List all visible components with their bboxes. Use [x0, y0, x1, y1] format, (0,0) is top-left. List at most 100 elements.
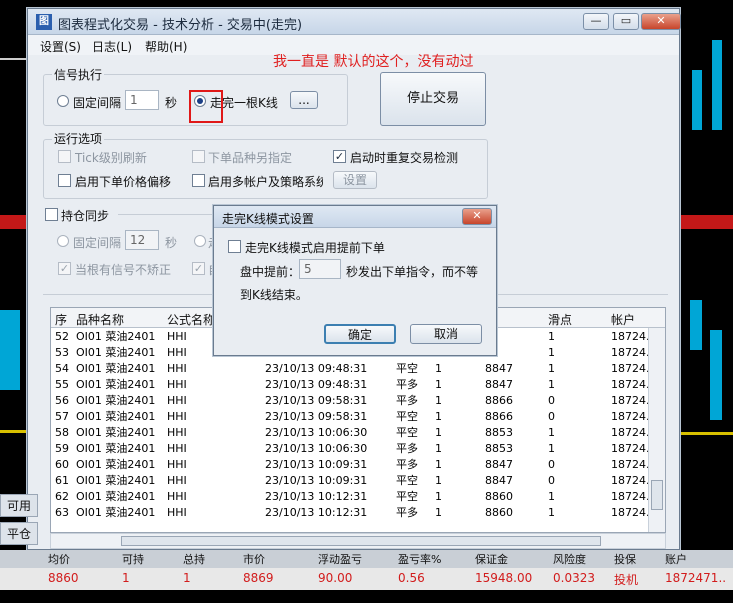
only-signal-checkbox[interactable]: ✓ [58, 262, 71, 275]
positions-col-header: 浮动盈亏 [318, 553, 362, 566]
hold-seconds-label: 秒 [165, 236, 178, 250]
table-cell: OI01 菜油2401 [76, 426, 156, 439]
table-cell: 1 [548, 378, 555, 391]
table-cell: 18724.. [611, 394, 653, 407]
table-cell: 18724.. [611, 362, 653, 375]
highlight-box [189, 90, 223, 123]
table-horizontal-scrollbar[interactable] [50, 533, 666, 549]
fixed-interval-radio[interactable] [57, 95, 69, 107]
table-cell: 1 [435, 458, 442, 471]
table-row[interactable]: 57 OI01 菜油2401 HHI 23/10/13 09:58:31 平空 1 8866… [51, 409, 665, 425]
window-title: 图表程式化交易 - 技术分析 - 交易中(走完) [58, 18, 303, 33]
col-account[interactable]: 帐户 [611, 311, 635, 328]
positions-panel: 均价 可持 总持 市价 浮动盈亏 盈亏率% 保证金 风险度 投保 账户 8860 1 1 8869 90.… [0, 550, 733, 603]
table-cell: OI01 菜油2401 [76, 410, 156, 423]
hold-interval-field[interactable]: 12 [125, 230, 159, 250]
price-offset-checkbox[interactable] [58, 174, 71, 187]
table-cell: OI01 菜油2401 [76, 474, 156, 487]
table-cell: HHI [167, 330, 187, 343]
positions-value: 8860 [48, 571, 79, 585]
table-cell: 56 [55, 394, 69, 407]
table-cell: 1 [548, 442, 555, 455]
table-row[interactable]: 55 OI01 菜油2401 HHI 23/10/13 09:48:31 平多 1 8847… [51, 377, 665, 393]
table-cell: OI01 菜油2401 [76, 490, 156, 503]
table-cell: 8853 [485, 426, 513, 439]
restart-check-checkbox[interactable]: ✓ [333, 150, 346, 163]
table-cell: 52 [55, 330, 69, 343]
table-cell: 平多 [396, 458, 418, 471]
table-row[interactable]: 59 OI01 菜油2401 HHI 23/10/13 10:06:30 平多 1 8853… [51, 441, 665, 457]
run-options-label: 运行选项 [52, 130, 105, 147]
advance-seconds-field[interactable]: 5 [299, 259, 341, 279]
table-row[interactable]: 61 OI01 菜油2401 HHI 23/10/13 10:09:31 平空 1 8847… [51, 473, 665, 489]
settings-button[interactable]: 设置 [333, 171, 377, 189]
hold-bar-radio[interactable] [194, 235, 206, 247]
table-cell: HHI [167, 410, 187, 423]
side-tab-available[interactable]: 可用 [0, 494, 39, 517]
more-button[interactable]: ... [290, 91, 318, 109]
table-cell: 23/10/13 09:58:31 [265, 410, 368, 423]
table-cell: 23/10/13 10:06:30 [265, 442, 368, 455]
table-row[interactable]: 63 OI01 菜油2401 HHI 23/10/13 10:12:31 平多 1 8860… [51, 505, 665, 521]
stop-trading-button[interactable]: 停止交易 [380, 72, 486, 126]
table-cell: 1 [548, 506, 555, 519]
table-cell: 8853 [485, 442, 513, 455]
col-formula[interactable]: 公式名称 [167, 311, 215, 328]
minimize-button[interactable]: — [583, 13, 609, 30]
table-cell: 23/10/13 10:06:30 [265, 426, 368, 439]
tick-refresh-checkbox[interactable] [58, 150, 71, 163]
table-cell: HHI [167, 474, 187, 487]
table-cell: HHI [167, 378, 187, 391]
interval-field[interactable]: 1 [125, 90, 159, 110]
table-cell: 1 [548, 346, 555, 359]
table-row[interactable]: 56 OI01 菜油2401 HHI 23/10/13 09:58:31 平多 1 8866… [51, 393, 665, 409]
h-scroll-thumb[interactable] [121, 536, 601, 546]
alt-variety-checkbox[interactable] [192, 150, 205, 163]
app-icon: 图 [36, 14, 52, 30]
table-cell: HHI [167, 362, 187, 375]
side-tab-close[interactable]: 平仓 [0, 522, 39, 545]
multi-account-checkbox[interactable] [192, 174, 205, 187]
table-cell: 8847 [485, 378, 513, 391]
table-cell: 平空 [396, 426, 418, 439]
ok-button[interactable]: 确定 [324, 324, 396, 344]
scroll-thumb[interactable] [651, 480, 663, 510]
seconds-label: 秒 [165, 96, 178, 110]
table-cell: 平空 [396, 490, 418, 503]
table-row[interactable]: 60 OI01 菜油2401 HHI 23/10/13 10:09:31 平多 1 8847… [51, 457, 665, 473]
positions-col-header: 总持 [183, 553, 205, 566]
auto-checkbox[interactable]: ✓ [192, 262, 205, 275]
col-variety[interactable]: 品种名称 [76, 311, 124, 328]
price-offset-label: 启用下单价格偏移 [75, 175, 172, 189]
table-cell: 1 [435, 490, 442, 503]
col-slippage[interactable]: 滑点 [548, 311, 572, 328]
table-cell: 0 [548, 394, 555, 407]
table-cell: 0 [548, 474, 555, 487]
positions-value: 0.0323 [553, 571, 595, 585]
table-cell: 1 [435, 426, 442, 439]
close-button[interactable]: ✕ [641, 13, 681, 30]
maximize-button[interactable]: ▭ [613, 13, 639, 30]
dialog-title: 走完K线模式设置 [222, 212, 314, 226]
table-row[interactable]: 54 OI01 菜油2401 HHI 23/10/13 09:48:31 平空 1 8847… [51, 361, 665, 377]
table-row[interactable]: 58 OI01 菜油2401 HHI 23/10/13 10:06:30 平空 1 8853… [51, 425, 665, 441]
advance-order-checkbox[interactable] [228, 240, 241, 253]
table-cell: 平空 [396, 362, 418, 375]
hold-fixed-radio[interactable] [57, 235, 69, 247]
positions-row[interactable]: 8860 1 1 8869 90.00 0.56 15948.00 0.0323 投机 18724… [0, 568, 733, 590]
menu-settings[interactable]: 设置(S) [40, 38, 81, 55]
menu-log[interactable]: 日志(L) [92, 38, 132, 55]
table-row[interactable]: 62 OI01 菜油2401 HHI 23/10/13 10:12:31 平空 1 8860… [51, 489, 665, 505]
only-signal-label: 当根有信号不矫正 [75, 263, 172, 277]
positions-col-header: 账户 [665, 553, 687, 566]
dialog-close-button[interactable]: ✕ [462, 208, 492, 225]
table-cell: 1 [435, 394, 442, 407]
menu-help[interactable]: 帮助(H) [145, 38, 187, 55]
col-seq[interactable]: 序 [55, 311, 67, 328]
hold-sync-divider [118, 214, 218, 215]
cancel-button[interactable]: 取消 [410, 324, 482, 344]
table-cell: 1 [435, 362, 442, 375]
table-vertical-scrollbar[interactable] [648, 328, 665, 532]
hold-sync-checkbox[interactable] [45, 208, 58, 221]
table-cell: 18724.. [611, 330, 653, 343]
